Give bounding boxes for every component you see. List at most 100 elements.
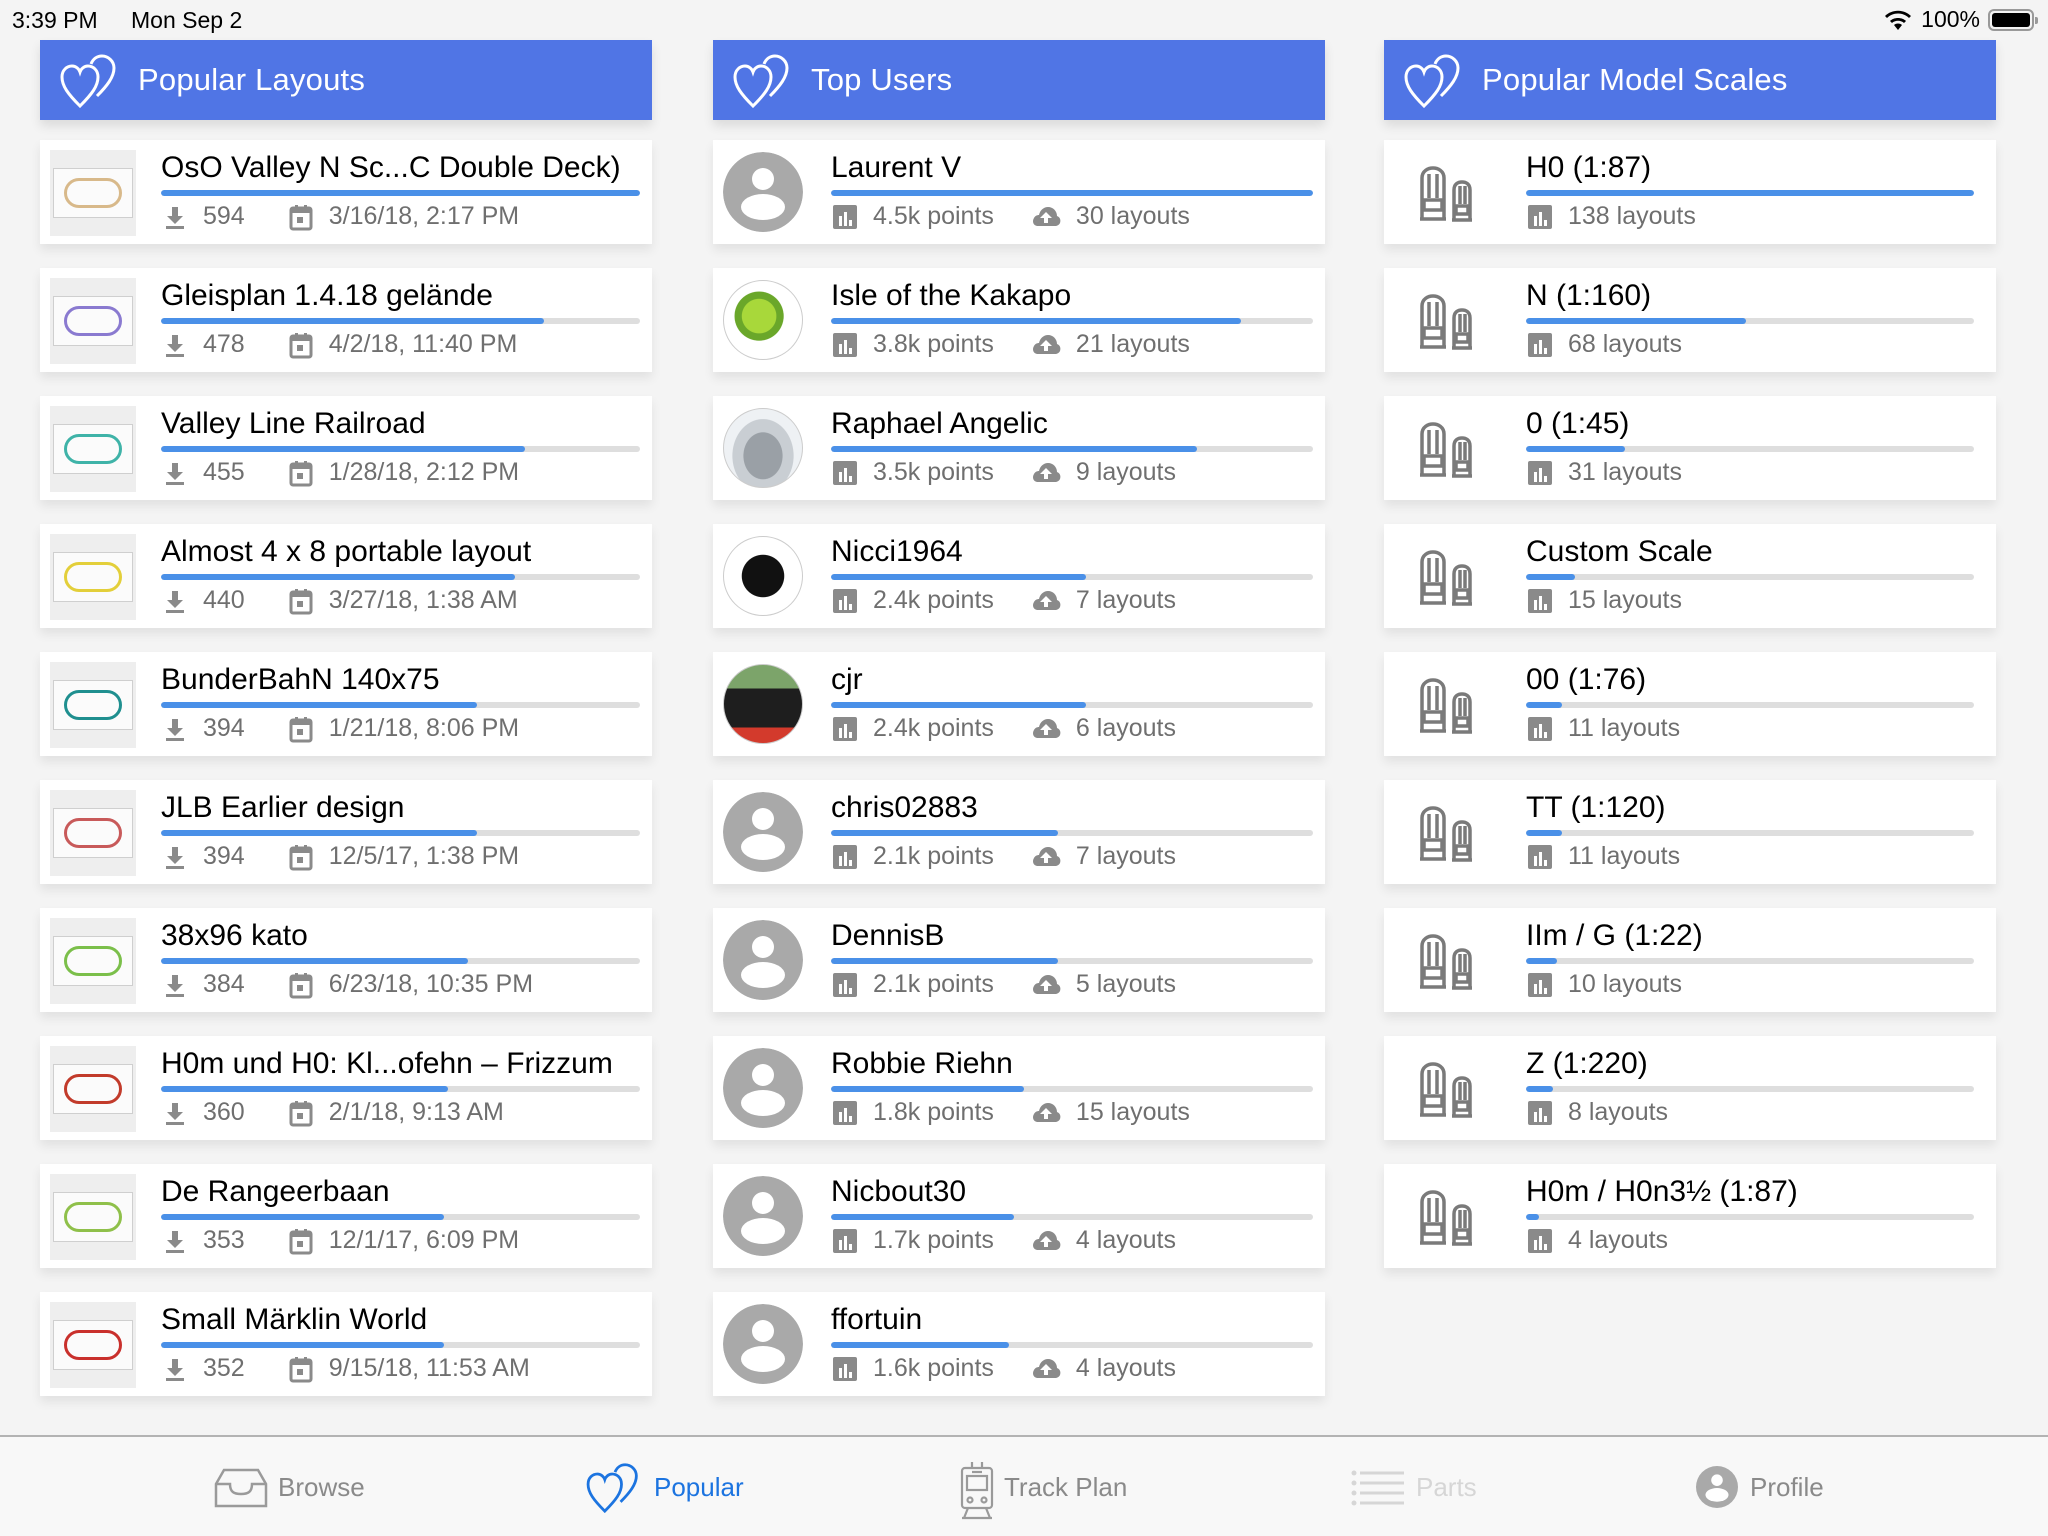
user-card-body: ffortuin 1.6k points 4 layouts bbox=[831, 1292, 1313, 1396]
progress-bar bbox=[1526, 574, 1974, 580]
avatar bbox=[723, 664, 803, 744]
download-count: 352 bbox=[203, 1354, 245, 1382]
user-name: ffortuin bbox=[831, 1303, 923, 1336]
layout-card[interactable]: Small Märklin World 352 9/15/18, 11:53 AM bbox=[40, 1292, 652, 1396]
scale-card[interactable]: H0 (1:87) 138 layouts bbox=[1384, 140, 1996, 244]
chart-icon bbox=[831, 331, 859, 359]
wifi-icon bbox=[1885, 10, 1912, 30]
layout-date: 2/1/18, 9:13 AM bbox=[328, 1098, 504, 1126]
popular-scales-header: Popular Model Scales bbox=[1384, 40, 1996, 120]
top-users-header: Top Users bbox=[713, 40, 1325, 120]
scale-figures-icon bbox=[1418, 934, 1484, 990]
avatar bbox=[723, 280, 803, 360]
user-card[interactable]: DennisB 2.1k points 5 layouts bbox=[713, 908, 1325, 1012]
layout-title: 38x96 kato bbox=[161, 919, 308, 952]
user-card[interactable]: Nicci1964 2.4k points 7 layouts bbox=[713, 524, 1325, 628]
scale-card[interactable]: 0 (1:45) 31 layouts bbox=[1384, 396, 1996, 500]
progress-bar bbox=[161, 702, 640, 708]
scale-card[interactable]: H0m / H0n3½ (1:87) 4 layouts bbox=[1384, 1164, 1996, 1268]
layout-card[interactable]: OsO Valley N Sc...C Double Deck) 594 3/16/… bbox=[40, 140, 652, 244]
layout-card[interactable]: Almost 4 x 8 portable layout 440 3/27/18, … bbox=[40, 524, 652, 628]
layout-card-body: Almost 4 x 8 portable layout 440 3/27/18, … bbox=[161, 524, 640, 628]
progress-bar bbox=[831, 958, 1313, 964]
user-card[interactable]: Raphael Angelic 3.5k points 9 layouts bbox=[713, 396, 1325, 500]
download-icon bbox=[161, 459, 189, 487]
user-card[interactable]: chris02883 2.1k points 7 layouts bbox=[713, 780, 1325, 884]
avatar bbox=[723, 152, 803, 232]
tab-label: Browse bbox=[278, 1471, 365, 1502]
scale-layouts: 31 layouts bbox=[1568, 458, 1682, 486]
user-card-body: chris02883 2.1k points 7 layouts bbox=[831, 780, 1313, 884]
scale-card-body: IIm / G (1:22) 10 layouts bbox=[1526, 908, 1974, 1012]
layout-card[interactable]: JLB Earlier design 394 12/5/17, 1:38 PM bbox=[40, 780, 652, 884]
progress-fill bbox=[161, 702, 478, 708]
layout-thumbnail bbox=[50, 790, 136, 876]
scale-card[interactable]: TT (1:120) 11 layouts bbox=[1384, 780, 1996, 884]
layout-date: 3/27/18, 1:38 AM bbox=[328, 586, 518, 614]
layout-card[interactable]: 38x96 kato 384 6/23/18, 10:35 PM bbox=[40, 908, 652, 1012]
layout-card[interactable]: Gleisplan 1.4.18 gelände 478 4/2/18, 11:40… bbox=[40, 268, 652, 372]
user-layouts: 6 layouts bbox=[1075, 714, 1176, 742]
layout-title: JLB Earlier design bbox=[161, 791, 405, 824]
cloud-upload-icon bbox=[1030, 203, 1062, 231]
progress-bar bbox=[161, 958, 640, 964]
scale-card[interactable]: 00 (1:76) 11 layouts bbox=[1384, 652, 1996, 756]
tab-track-plan[interactable]: Track Plan bbox=[958, 1462, 1127, 1520]
layout-card[interactable]: Valley Line Railroad 455 1/28/18, 2:12 PM bbox=[40, 396, 652, 500]
chart-icon bbox=[831, 971, 859, 999]
download-icon bbox=[161, 843, 189, 871]
download-count: 360 bbox=[203, 1098, 245, 1126]
user-card[interactable]: Robbie Riehn 1.8k points 15 layouts bbox=[713, 1036, 1325, 1140]
layout-card[interactable]: De Rangeerbaan 353 12/1/17, 6:09 PM bbox=[40, 1164, 652, 1268]
user-name: Raphael Angelic bbox=[831, 407, 1048, 440]
scale-card[interactable]: IIm / G (1:22) 10 layouts bbox=[1384, 908, 1996, 1012]
user-meta: 2.1k points 7 layouts bbox=[831, 842, 1176, 871]
scale-figures-icon bbox=[1418, 166, 1484, 222]
layout-title: OsO Valley N Sc...C Double Deck) bbox=[161, 151, 621, 184]
scale-figures-icon bbox=[1418, 294, 1484, 350]
tab-parts[interactable]: Parts bbox=[1350, 1465, 1477, 1509]
progress-fill bbox=[1526, 190, 1974, 196]
layout-card[interactable]: BunderBahN 140x75 394 1/21/18, 8:06 PM bbox=[40, 652, 652, 756]
progress-bar bbox=[1526, 1086, 1974, 1092]
calendar-icon bbox=[287, 715, 315, 743]
tab-label: Parts bbox=[1416, 1471, 1477, 1502]
avatar bbox=[723, 536, 803, 616]
user-card[interactable]: ffortuin 1.6k points 4 layouts bbox=[713, 1292, 1325, 1396]
battery-percent: 100% bbox=[1921, 6, 1980, 32]
user-card[interactable]: cjr 2.4k points 6 layouts bbox=[713, 652, 1325, 756]
scale-card[interactable]: Custom Scale 15 layouts bbox=[1384, 524, 1996, 628]
chart-icon bbox=[831, 1355, 859, 1383]
scale-figures-icon bbox=[1418, 550, 1484, 606]
download-count: 394 bbox=[203, 714, 245, 742]
tab-profile[interactable]: Profile bbox=[1696, 1465, 1824, 1509]
user-card[interactable]: Laurent V 4.5k points 30 layouts bbox=[713, 140, 1325, 244]
user-card[interactable]: Nicbout30 1.7k points 4 layouts bbox=[713, 1164, 1325, 1268]
layout-card[interactable]: H0m und H0: Kl...ofehn – Frizzum 360 2/1/1… bbox=[40, 1036, 652, 1140]
chart-icon bbox=[831, 587, 859, 615]
user-points: 2.4k points bbox=[873, 586, 994, 614]
user-card[interactable]: Isle of the Kakapo 3.8k points 21 layouts bbox=[713, 268, 1325, 372]
avatar bbox=[723, 408, 803, 488]
scale-card[interactable]: Z (1:220) 8 layouts bbox=[1384, 1036, 1996, 1140]
chart-icon bbox=[1526, 715, 1554, 743]
scale-meta: 8 layouts bbox=[1526, 1098, 1668, 1127]
progress-fill bbox=[831, 190, 1313, 196]
scale-card[interactable]: N (1:160) 68 layouts bbox=[1384, 268, 1996, 372]
progress-bar bbox=[161, 446, 640, 452]
scale-meta: 138 layouts bbox=[1526, 202, 1696, 231]
section-title: Top Users bbox=[811, 62, 953, 97]
layout-title: Almost 4 x 8 portable layout bbox=[161, 535, 532, 568]
progress-bar bbox=[831, 702, 1313, 708]
user-layouts: 7 layouts bbox=[1075, 586, 1176, 614]
progress-fill bbox=[831, 318, 1241, 324]
progress-fill bbox=[161, 574, 516, 580]
progress-fill bbox=[161, 318, 545, 324]
tab-browse[interactable]: Browse bbox=[212, 1465, 365, 1509]
user-points: 1.7k points bbox=[873, 1226, 994, 1254]
scale-figures-icon bbox=[1418, 1062, 1484, 1118]
chart-icon bbox=[831, 715, 859, 743]
tab-popular[interactable]: Popular bbox=[584, 1465, 744, 1509]
progress-bar bbox=[161, 318, 640, 324]
progress-bar bbox=[831, 1086, 1313, 1092]
